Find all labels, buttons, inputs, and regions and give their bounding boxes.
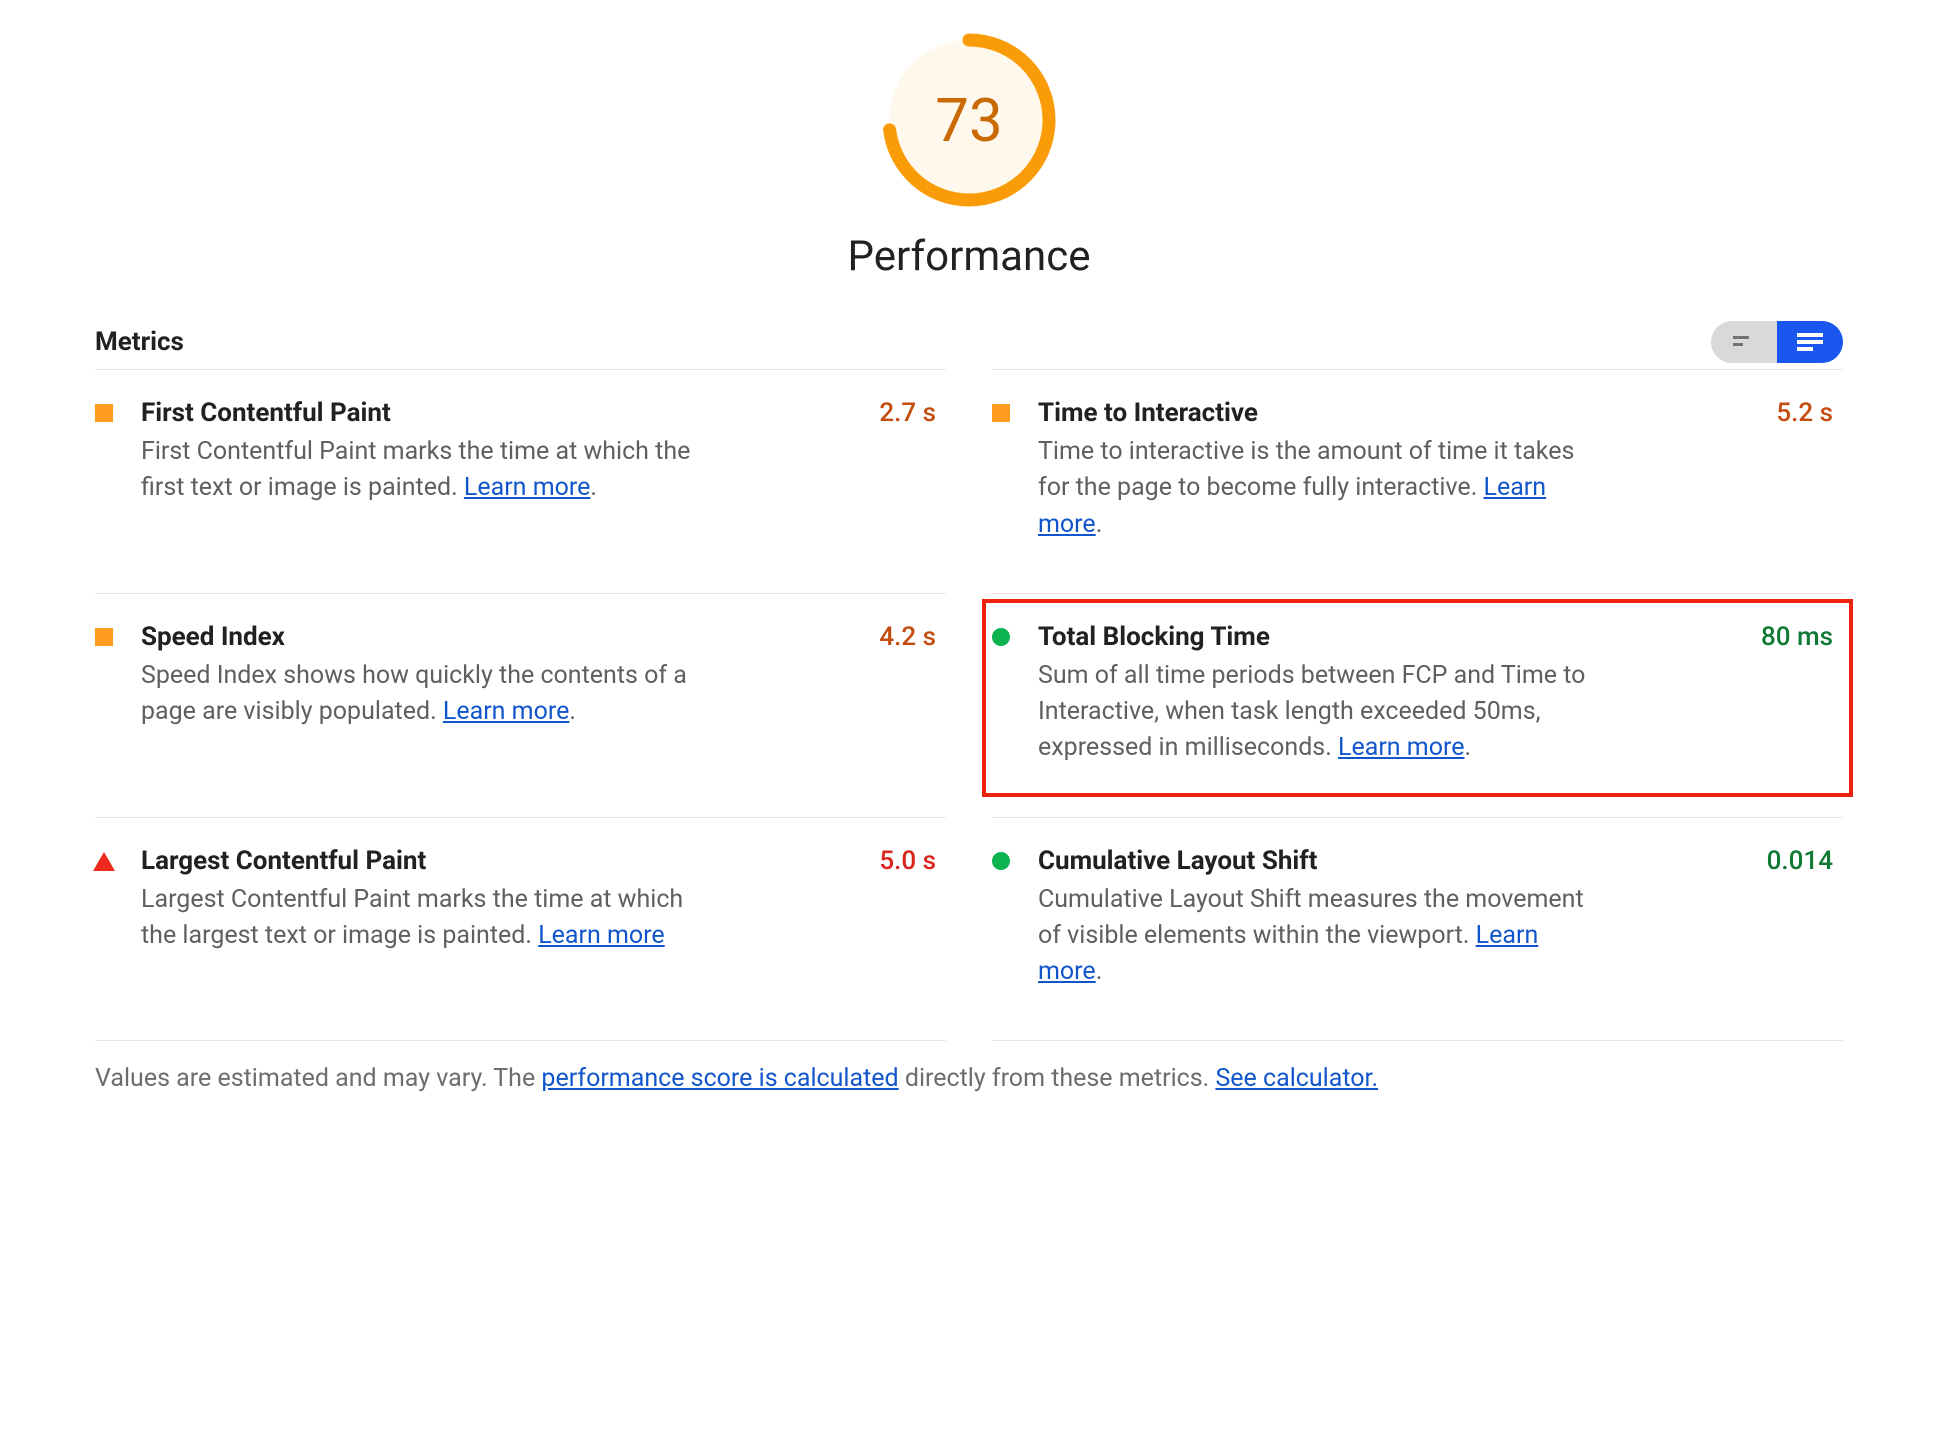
status-icon-col: [95, 398, 119, 507]
learn-more-link[interactable]: Learn more: [1038, 921, 1538, 986]
metric-cls: Cumulative Layout Shift 0.014 Cumulative L…: [992, 817, 1843, 1041]
metrics-grid: First Contentful Paint 2.7 s First Content…: [95, 369, 1843, 1040]
learn-more-link[interactable]: Learn more: [1338, 733, 1464, 762]
learn-more-link[interactable]: Learn more: [1038, 473, 1546, 538]
learn-more-link[interactable]: Learn more: [443, 697, 569, 726]
metric-name: Cumulative Layout Shift: [1038, 846, 1317, 876]
metric-value: 4.2 s: [879, 622, 936, 652]
status-poor-icon: [93, 852, 115, 871]
metric-value: 5.2 s: [1776, 398, 1833, 428]
metric-value: 2.7 s: [879, 398, 936, 428]
metric-value: 80 ms: [1761, 622, 1833, 652]
metric-name: Total Blocking Time: [1038, 622, 1270, 652]
status-good-icon: [992, 628, 1010, 646]
status-icon-col: [992, 622, 1016, 767]
status-average-icon: [95, 404, 113, 422]
expanded-view-icon: [1797, 333, 1823, 351]
footer-link-calculated[interactable]: performance score is calculated: [541, 1064, 898, 1093]
score-gauge: 73: [879, 30, 1059, 210]
metric-name: Largest Contentful Paint: [141, 846, 426, 876]
metric-description: Cumulative Layout Shift measures the mov…: [1038, 882, 1598, 991]
metric-description: Time to interactive is the amount of tim…: [1038, 434, 1598, 543]
learn-more-link[interactable]: Learn more: [464, 473, 590, 502]
status-icon-col: [992, 846, 1016, 991]
metric-description: First Contentful Paint marks the time at…: [141, 434, 701, 507]
metric-si: Speed Index 4.2 s Speed Index shows how qu…: [95, 593, 946, 781]
status-icon-col: [95, 846, 119, 955]
status-good-icon: [992, 852, 1010, 870]
metrics-label: Metrics: [95, 327, 184, 357]
footer-text-pre: Values are estimated and may vary. The: [95, 1064, 541, 1093]
footer-text-mid: directly from these metrics.: [899, 1064, 1216, 1093]
metric-name: First Contentful Paint: [141, 398, 391, 428]
status-average-icon: [95, 628, 113, 646]
footer-link-calculator[interactable]: See calculator.: [1215, 1064, 1378, 1093]
metric-value: 5.0 s: [879, 846, 936, 876]
metric-tti: Time to Interactive 5.2 s Time to interact…: [992, 369, 1843, 593]
view-toggle-collapsed[interactable]: [1711, 321, 1777, 363]
footer-separator: [95, 1040, 1843, 1041]
view-toggle: [1711, 321, 1843, 363]
score-value: 73: [879, 30, 1059, 210]
metric-value: 0.014: [1767, 846, 1833, 876]
view-toggle-expanded[interactable]: [1777, 321, 1843, 363]
footer-note: Values are estimated and may vary. The p…: [95, 1063, 1843, 1093]
performance-header: 73 Performance: [95, 30, 1843, 281]
status-icon-col: [992, 398, 1016, 543]
status-icon-col: [95, 622, 119, 731]
learn-more-link[interactable]: Learn more: [538, 921, 664, 950]
metric-tbt: Total Blocking Time 80 ms Sum of all time …: [992, 593, 1843, 817]
metric-description: Speed Index shows how quickly the conten…: [141, 658, 701, 731]
metric-fcp: First Contentful Paint 2.7 s First Content…: [95, 369, 946, 557]
metrics-header-row: Metrics: [95, 321, 1843, 363]
metric-name: Speed Index: [141, 622, 285, 652]
section-title: Performance: [95, 232, 1843, 281]
metric-name: Time to Interactive: [1038, 398, 1258, 428]
collapsed-view-icon: [1733, 336, 1755, 348]
metric-lcp: Largest Contentful Paint 5.0 s Largest Con…: [95, 817, 946, 1005]
metric-description: Sum of all time periods between FCP and …: [1038, 658, 1598, 767]
metric-description: Largest Contentful Paint marks the time …: [141, 882, 701, 955]
status-average-icon: [992, 404, 1010, 422]
